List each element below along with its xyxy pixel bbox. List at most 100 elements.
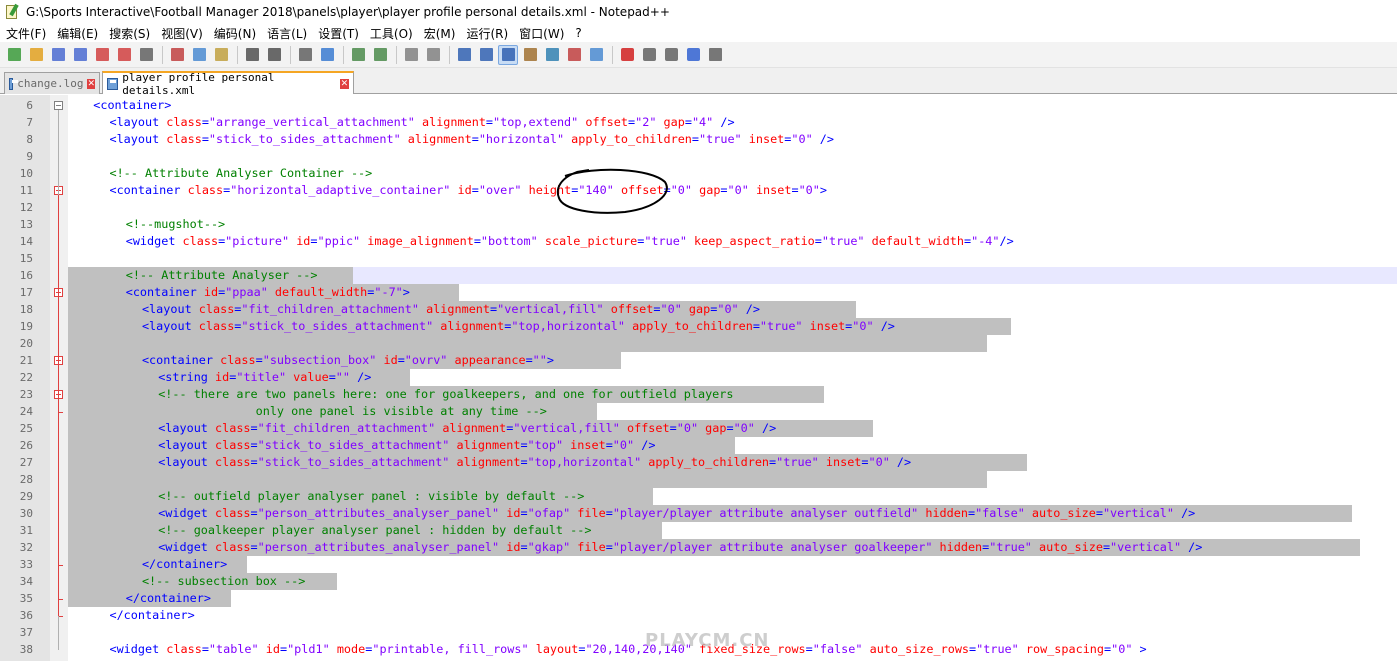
code-line-24[interactable]: 24 only one panel is visible at any time … <box>0 403 1397 420</box>
sync-horizontal-button[interactable] <box>423 45 443 65</box>
code-line-31[interactable]: 31 <!-- goalkeeper player analyser panel … <box>0 522 1397 539</box>
menu-item-9[interactable]: 运行(R) <box>466 25 508 42</box>
stop-macro-button[interactable] <box>639 45 659 65</box>
code-line-14[interactable]: 14 <widget class="picture" id="ppic" imag… <box>0 233 1397 250</box>
code-line-8[interactable]: 8 <layout class="stick_to_sides_attachmen… <box>0 131 1397 148</box>
code-line-28[interactable]: 28 <box>0 471 1397 488</box>
code-line-22[interactable]: 22 <string id="title" value="" /> <box>0 369 1397 386</box>
show-all-chars-button[interactable] <box>476 45 496 65</box>
close-all-button[interactable] <box>114 45 134 65</box>
zoom-in-button[interactable] <box>348 45 368 65</box>
line-number: 38 <box>19 643 33 656</box>
doc-map-button[interactable] <box>520 45 540 65</box>
code-line-10[interactable]: 10 <!-- Attribute Analyser Container --> <box>0 165 1397 182</box>
code-line-35[interactable]: 35 </container> <box>0 590 1397 607</box>
menu-item-7[interactable]: 工具(O) <box>370 25 413 42</box>
close-tab-icon[interactable]: ✕ <box>339 78 350 89</box>
code-line-9[interactable]: 9 <box>0 148 1397 165</box>
code-line-36[interactable]: 36 </container> <box>0 607 1397 624</box>
code-line-7[interactable]: 7 <layout class="arrange_vertical_attachm… <box>0 114 1397 131</box>
new-file-button[interactable] <box>4 45 24 65</box>
save-all-button[interactable] <box>70 45 90 65</box>
copy-button[interactable] <box>189 45 209 65</box>
code-line-12[interactable]: 12 <box>0 199 1397 216</box>
line-number: 17 <box>19 286 33 299</box>
code-line-19[interactable]: 19 <layout class="stick_to_sides_attachme… <box>0 318 1397 335</box>
word-wrap-button[interactable] <box>454 45 474 65</box>
code-text: only one panel is visible at any time --… <box>255 404 547 418</box>
monitor-button[interactable] <box>586 45 606 65</box>
code-line-27[interactable]: 27 <layout class="stick_to_sides_attachme… <box>0 454 1397 471</box>
code-line-15[interactable]: 15 <box>0 250 1397 267</box>
replace-button[interactable] <box>317 45 337 65</box>
menu-item-6[interactable]: 设置(T) <box>318 25 359 42</box>
save-macro-button[interactable] <box>705 45 725 65</box>
code-text: <!-- there are two panels here: one for … <box>158 387 734 401</box>
code-line-21[interactable]: 21 <container class="subsection_box" id="… <box>0 352 1397 369</box>
save-button[interactable] <box>48 45 68 65</box>
code-line-33[interactable]: 33 </container> <box>0 556 1397 573</box>
undo-button[interactable] <box>242 45 262 65</box>
menu-item-0[interactable]: 文件(F) <box>6 25 46 42</box>
indent-guide-button[interactable] <box>498 44 518 65</box>
code-line-11[interactable]: 11 <container class="horizontal_adaptive_… <box>0 182 1397 199</box>
folder-workspace-button[interactable] <box>564 45 584 65</box>
code-line-13[interactable]: 13 <!--mugshot--> <box>0 216 1397 233</box>
code-line-29[interactable]: 29 <!-- outfield player analyser panel : … <box>0 488 1397 505</box>
menu-item-5[interactable]: 语言(L) <box>267 25 307 42</box>
code-line-17[interactable]: 17 <container id="ppaa" default_width="-7… <box>0 284 1397 301</box>
doc-map-icon <box>523 48 537 61</box>
menu-item-8[interactable]: 宏(M) <box>424 25 456 42</box>
run-macro-multiple-icon <box>686 48 700 61</box>
code-line-18[interactable]: 18 <layout class="fit_children_attachment… <box>0 301 1397 318</box>
close-button[interactable] <box>92 45 112 65</box>
code-editor[interactable]: 6 <container> 7 <layout class="arrange_vert… <box>0 95 1397 661</box>
paste-icon <box>214 48 228 61</box>
find-button[interactable] <box>295 45 315 65</box>
menu-item-2[interactable]: 搜索(S) <box>109 25 150 42</box>
code-line-26[interactable]: 26 <layout class="stick_to_sides_attachme… <box>0 437 1397 454</box>
selection-highlight <box>68 335 987 352</box>
saved-file-icon <box>9 77 19 90</box>
record-macro-button[interactable] <box>617 45 637 65</box>
menu-item-3[interactable]: 视图(V) <box>161 25 203 42</box>
code-line-6[interactable]: 6 <container> <box>0 97 1397 114</box>
code-text: <widget class="person_attributes_analyse… <box>158 540 1203 554</box>
code-line-25[interactable]: 25 <layout class="fit_children_attachment… <box>0 420 1397 437</box>
code-line-23[interactable]: 23 <!-- there are two panels here: one fo… <box>0 386 1397 403</box>
close-tab-icon[interactable]: ✕ <box>87 78 95 89</box>
menu-item-10[interactable]: 窗口(W) <box>519 25 564 42</box>
line-number: 24 <box>19 405 33 418</box>
tab-player-profile-personal-details[interactable]: player profile personal details.xml ✕ <box>102 71 354 97</box>
line-number: 18 <box>19 303 33 316</box>
play-macro-button[interactable] <box>661 45 681 65</box>
sync-vertical-button[interactable] <box>401 45 421 65</box>
tab-change-log[interactable]: change.log ✕ <box>4 72 100 94</box>
toolbar-separator <box>396 45 397 64</box>
function-list-button[interactable] <box>542 45 562 65</box>
code-text: <widget class="person_attributes_analyse… <box>158 506 1196 520</box>
cut-button[interactable] <box>167 45 187 65</box>
save-macro-icon <box>708 48 722 61</box>
menu-item-1[interactable]: 编辑(E) <box>57 25 98 42</box>
code-text: </container> <box>109 608 195 622</box>
line-number: 23 <box>19 388 33 401</box>
fold-toggle-icon[interactable] <box>54 101 63 110</box>
line-number: 35 <box>19 592 33 605</box>
code-line-30[interactable]: 30 <widget class="person_attributes_analy… <box>0 505 1397 522</box>
code-line-16[interactable]: 16 <!-- Attribute Analyser --> <box>0 267 1397 284</box>
monitor-icon <box>589 48 603 61</box>
zoom-out-button[interactable] <box>370 45 390 65</box>
print-button[interactable] <box>136 45 156 65</box>
code-line-20[interactable]: 20 <box>0 335 1397 352</box>
run-macro-multiple-button[interactable] <box>683 45 703 65</box>
sync-vertical-icon <box>404 48 418 61</box>
code-line-32[interactable]: 32 <widget class="person_attributes_analy… <box>0 539 1397 556</box>
redo-button[interactable] <box>264 45 284 65</box>
code-line-34[interactable]: 34 <!-- subsection box --> <box>0 573 1397 590</box>
menu-item-11[interactable]: ? <box>575 26 581 40</box>
paste-button[interactable] <box>211 45 231 65</box>
open-file-button[interactable] <box>26 45 46 65</box>
menu-item-4[interactable]: 编码(N) <box>214 25 256 42</box>
line-number: 15 <box>19 252 33 265</box>
